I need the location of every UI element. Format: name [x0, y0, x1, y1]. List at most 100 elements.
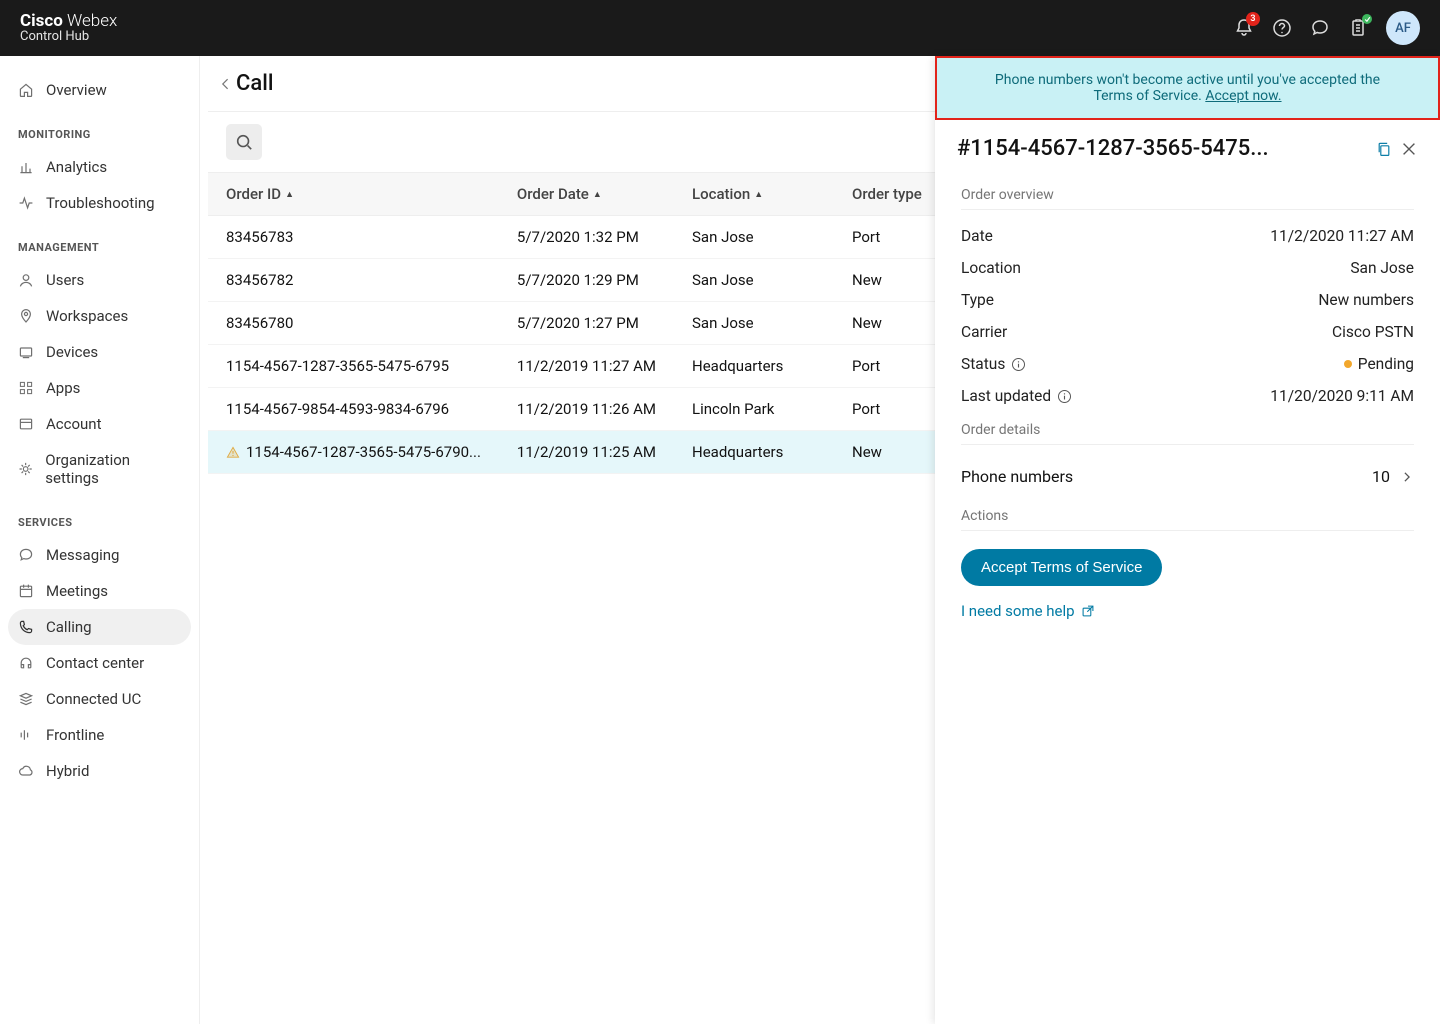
sidebar-item-label: Organization settings	[45, 451, 181, 487]
cell-order-date: 5/7/2020 1:27 PM	[499, 302, 674, 345]
sidebar-item-frontline[interactable]: Frontline	[0, 717, 199, 753]
cell-location: Lincoln Park	[674, 388, 834, 431]
sidebar-item-apps[interactable]: Apps	[0, 370, 199, 406]
warning-icon	[226, 446, 240, 460]
cell-order-date: 11/2/2019 11:26 AM	[499, 388, 674, 431]
info-icon[interactable]	[1057, 389, 1072, 404]
location-label: Location	[961, 259, 1021, 277]
back-icon[interactable]	[218, 76, 234, 92]
help-icon[interactable]	[1272, 18, 1292, 38]
copy-icon[interactable]	[1376, 141, 1392, 157]
brand-subtitle: Control Hub	[20, 30, 117, 44]
sidebar-item-label: Devices	[46, 343, 98, 361]
sidebar-item-messaging[interactable]: Messaging	[0, 537, 199, 573]
sidebar-item-meetings[interactable]: Meetings	[0, 573, 199, 609]
sidebar-item-overview[interactable]: Overview	[0, 72, 199, 108]
sidebar-item-contact-center[interactable]: Contact center	[0, 645, 199, 681]
sidebar-item-hybrid[interactable]: Hybrid	[0, 753, 199, 789]
phone-numbers-row[interactable]: Phone numbers 10	[961, 455, 1414, 498]
search-icon	[235, 133, 253, 151]
close-icon[interactable]	[1400, 140, 1418, 158]
tos-alert: Phone numbers won't become active until …	[935, 56, 1440, 120]
topbar-actions: 3 AF	[1234, 11, 1420, 45]
location-value: San Jose	[1350, 259, 1414, 277]
help-link-label: I need some help	[961, 602, 1075, 620]
tasks-badge-icon	[1362, 14, 1372, 24]
phone-numbers-count: 10	[1372, 467, 1390, 486]
sidebar-item-calling[interactable]: Calling	[8, 609, 191, 645]
order-detail-panel: Phone numbers won't become active until …	[935, 56, 1440, 1024]
updated-label: Last updated	[961, 387, 1072, 405]
sidebar-item-label: Users	[46, 271, 84, 289]
sidebar-item-label: Apps	[46, 379, 80, 397]
sidebar-section-services: SERVICES	[0, 496, 199, 537]
date-value: 11/2/2020 11:27 AM	[1270, 227, 1414, 245]
home-icon	[18, 82, 34, 98]
sidebar-item-connected-uc[interactable]: Connected UC	[0, 681, 199, 717]
sidebar-item-analytics[interactable]: Analytics	[0, 149, 199, 185]
tasks-icon[interactable]	[1348, 18, 1368, 38]
updated-value: 11/20/2020 9:11 AM	[1270, 387, 1414, 405]
bar-chart-icon	[18, 159, 34, 175]
cell-location: San Jose	[674, 259, 834, 302]
device-icon	[18, 344, 34, 360]
alert-accept-link[interactable]: Accept now.	[1205, 88, 1281, 104]
col-location[interactable]: Location▲	[674, 173, 834, 216]
cell-location: Headquarters	[674, 345, 834, 388]
sidebar-item-troubleshooting[interactable]: Troubleshooting	[0, 185, 199, 221]
help-link[interactable]: I need some help	[961, 594, 1414, 628]
sidebar-item-account[interactable]: Account	[0, 406, 199, 442]
type-label: Type	[961, 291, 994, 309]
type-value: New numbers	[1318, 291, 1414, 309]
cell-order-date: 11/2/2019 11:27 AM	[499, 345, 674, 388]
sidebar-item-label: Messaging	[46, 546, 119, 564]
external-link-icon	[1081, 604, 1095, 618]
main-content: Call Numbers Locations Order ID▲ Order D…	[200, 56, 1440, 1024]
sidebar-item-label: Account	[46, 415, 102, 433]
section-details-label: Order details	[961, 412, 1414, 445]
info-icon[interactable]	[1011, 357, 1026, 372]
alert-text: Phone numbers won't become active until …	[995, 72, 1380, 104]
status-value: Pending	[1344, 355, 1414, 373]
sidebar-item-label: Hybrid	[46, 762, 89, 780]
wave-icon	[18, 727, 34, 743]
headset-icon	[18, 655, 34, 671]
grid-icon	[18, 380, 34, 396]
sidebar-item-label: Overview	[46, 81, 107, 99]
brand-title: Cisco Webex	[20, 12, 117, 31]
sidebar-section-monitoring: MONITORING	[0, 108, 199, 149]
sidebar-item-label: Workspaces	[46, 307, 128, 325]
phone-numbers-label: Phone numbers	[961, 467, 1073, 486]
cell-location: San Jose	[674, 216, 834, 259]
col-order-id[interactable]: Order ID▲	[208, 173, 499, 216]
sidebar-item-users[interactable]: Users	[0, 262, 199, 298]
panel-header: #1154-4567-1287-3565-5475...	[935, 120, 1440, 177]
sidebar-item-workspaces[interactable]: Workspaces	[0, 298, 199, 334]
pin-icon	[18, 308, 34, 324]
avatar[interactable]: AF	[1386, 11, 1420, 45]
status-dot-icon	[1344, 360, 1352, 368]
notifications-icon[interactable]: 3	[1234, 18, 1254, 38]
status-label: Status	[961, 355, 1026, 373]
sidebar-item-devices[interactable]: Devices	[0, 334, 199, 370]
cell-order-date: 5/7/2020 1:29 PM	[499, 259, 674, 302]
cell-order-id: 1154-4567-1287-3565-5475-6795	[208, 345, 499, 388]
feedback-icon[interactable]	[1310, 18, 1330, 38]
sidebar-item-label: Connected UC	[46, 690, 141, 708]
sidebar-item-organization-settings[interactable]: Organization settings	[0, 442, 199, 496]
section-actions-label: Actions	[961, 498, 1414, 531]
sidebar-item-label: Frontline	[46, 726, 104, 744]
search-button[interactable]	[226, 124, 262, 160]
notifications-badge: 3	[1246, 12, 1260, 26]
accept-tos-button[interactable]: Accept Terms of Service	[961, 549, 1162, 586]
phone-icon	[18, 619, 34, 635]
calendar-icon	[18, 583, 34, 599]
page-title: Call	[236, 71, 273, 96]
sidebar-item-label: Troubleshooting	[46, 194, 155, 212]
stack-icon	[18, 691, 34, 707]
cell-order-id: 1154-4567-1287-3565-5475-6790...	[208, 431, 499, 474]
sidebar: Overview MONITORING Analytics Troubleshoo…	[0, 56, 200, 1024]
cell-location: Headquarters	[674, 431, 834, 474]
col-order-date[interactable]: Order Date▲	[499, 173, 674, 216]
sidebar-section-management: MANAGEMENT	[0, 221, 199, 262]
